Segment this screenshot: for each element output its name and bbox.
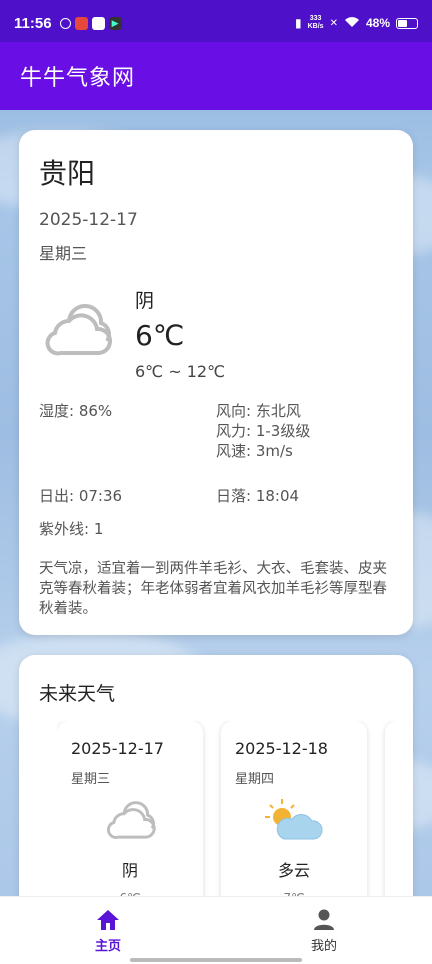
mail-icon	[91, 16, 105, 30]
current-temperature: 6℃	[135, 319, 185, 352]
play-icon: ▶	[108, 16, 122, 30]
current-date: 2025-12-17	[39, 210, 138, 230]
wind-speed: 风速: 3m/s	[216, 442, 293, 460]
nav-home[interactable]: 主页	[0, 897, 216, 964]
forecast-card-partial[interactable]	[385, 721, 413, 921]
battery-percent: 48%	[365, 16, 390, 30]
forecast-card[interactable]: 2025-12-17 星期三 阴 6℃	[57, 721, 203, 921]
sync-icon	[59, 17, 71, 29]
temperature-range: 6℃ ~ 12℃	[135, 362, 226, 381]
vibrate-icon: ▮	[295, 16, 302, 30]
cloud-icon	[39, 286, 135, 366]
nav-mine[interactable]: 我的	[216, 897, 432, 964]
no-sim-icon: ✕	[329, 17, 338, 29]
humidity: 湿度: 86%	[39, 402, 113, 420]
sunset: 日落: 18:04	[216, 487, 300, 505]
person-icon	[314, 909, 334, 930]
clothing-advice: 天气凉，适宜着一到两件羊毛衫、大衣、毛套装、皮夹克等春秋着装；年老体弱者宜着风衣…	[39, 561, 387, 617]
forecast-list[interactable]: 2025-12-17 星期三 阴 6℃ 2025-12-18 星期四	[57, 721, 413, 921]
wind-force: 风力: 1-3级级	[216, 422, 311, 440]
home-icon	[97, 910, 119, 930]
app-bar: 牛牛气象网	[0, 42, 432, 110]
app-notification-icon	[74, 16, 88, 30]
nav-mine-label: 我的	[310, 939, 337, 954]
forecast-condition: 多云	[277, 861, 310, 880]
app-title: 牛牛气象网	[20, 66, 136, 91]
sunrise: 日出: 07:36	[39, 487, 123, 505]
forecast-date: 2025-12-18	[235, 739, 328, 758]
wind-direction: 风向: 东北风	[216, 402, 301, 420]
forecast-date: 2025-12-17	[71, 739, 164, 758]
city-name: 贵阳	[39, 157, 96, 190]
forecast-condition: 阴	[121, 861, 138, 880]
current-weekday: 星期三	[39, 244, 88, 263]
current-condition: 阴	[135, 290, 155, 312]
battery-icon	[396, 17, 418, 29]
net-speed: 333 KB/s	[307, 15, 324, 30]
partly-cloudy-icon	[235, 793, 353, 849]
forecast-weekday: 星期四	[235, 772, 275, 787]
uv-index: 紫外线: 1	[39, 520, 104, 538]
cloud-icon	[71, 793, 189, 849]
bottom-navigation: 主页 我的	[0, 896, 432, 964]
wifi-icon	[344, 16, 360, 31]
nav-home-label: 主页	[94, 939, 121, 954]
forecast-card[interactable]: 2025-12-18 星期四 多云 7℃	[221, 721, 367, 921]
future-weather-title: 未来天气	[39, 683, 116, 705]
home-indicator	[130, 958, 302, 962]
current-weather-card: 贵阳 2025-12-17 星期三 阴 6℃ 6℃ ~ 12℃ 湿度: 86% …	[19, 130, 413, 635]
status-time: 11:56	[14, 14, 52, 32]
forecast-weekday: 星期三	[71, 772, 111, 787]
